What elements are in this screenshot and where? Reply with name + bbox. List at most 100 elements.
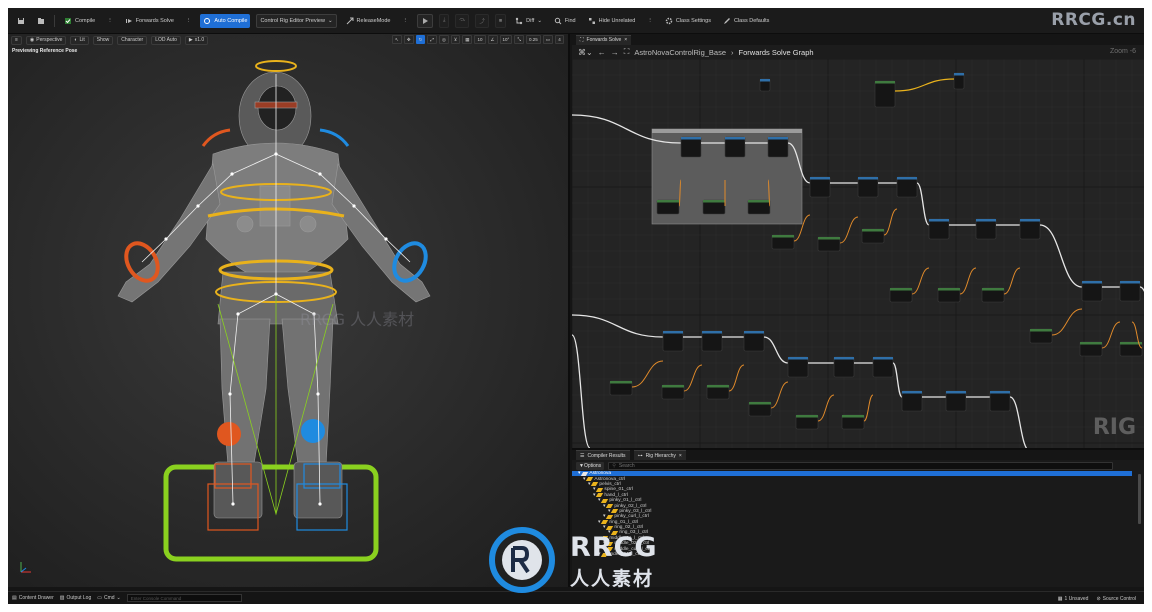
graph-node[interactable] <box>945 390 967 412</box>
knee-r-pole-control[interactable] <box>301 419 325 443</box>
hide-unrelated-button[interactable]: Hide Unrelated <box>585 14 639 28</box>
graph-node[interactable] <box>787 356 809 378</box>
graph-node-header[interactable] <box>982 288 1004 291</box>
graph-node-header[interactable] <box>788 357 808 360</box>
rotation-snap-value[interactable]: 10° <box>499 35 513 44</box>
graph-node-header[interactable] <box>1030 329 1052 332</box>
graph-node-header[interactable] <box>703 200 725 203</box>
auto-compile-toggle[interactable]: Auto Compile <box>200 13 251 28</box>
release-options-button[interactable]: ⋮ <box>399 14 411 28</box>
step-out-button[interactable]: ⤴ <box>475 13 489 28</box>
graph-node-header[interactable] <box>707 385 729 388</box>
playback-speed-button[interactable]: ▶ x1.0 <box>184 35 209 45</box>
hierarchy-scrollbar[interactable] <box>1138 474 1141 524</box>
surface-snap-button[interactable]: ⊻ <box>450 35 461 44</box>
graph-node-header[interactable] <box>834 357 854 360</box>
graph-node[interactable] <box>724 136 746 158</box>
lit-button[interactable]: ◐ Lit <box>70 35 89 45</box>
graph-node[interactable] <box>743 330 765 352</box>
character-button[interactable]: Character <box>117 35 148 45</box>
graph-canvas[interactable] <box>572 59 1144 448</box>
expand-arrow-icon[interactable]: ▾ <box>588 482 590 487</box>
graph-node-header[interactable] <box>976 219 996 222</box>
forward-arrow-icon[interactable]: → <box>611 48 619 57</box>
hierarchy-search[interactable]: ⚲ <box>608 461 1114 470</box>
save-button[interactable] <box>14 14 28 28</box>
graph-node-header[interactable] <box>1080 342 1102 345</box>
breadcrumb-current[interactable]: Forwards Solve Graph <box>739 48 814 57</box>
graph-node-header[interactable] <box>1020 219 1040 222</box>
graph-node-header[interactable] <box>796 415 818 418</box>
browse-button[interactable] <box>34 14 48 28</box>
coordinate-space-button[interactable]: ◎ <box>438 35 449 44</box>
graph-node-header[interactable] <box>657 200 679 203</box>
graph-node-header[interactable] <box>842 415 864 418</box>
graph-node[interactable] <box>767 136 789 158</box>
output-log-button[interactable]: ▧ Output Log <box>60 595 91 601</box>
step-into-button[interactable]: ⤓ <box>438 13 450 28</box>
camera-speed-button[interactable]: ▭ <box>542 35 553 44</box>
find-button[interactable]: Find <box>551 14 579 28</box>
rotation-snap-button[interactable]: ∠ <box>487 35 498 44</box>
viewport-menu-button[interactable]: ≡ <box>11 35 22 45</box>
graph-editor[interactable]: ⛶ Forwards Solve × ⌘⌄ ← → ⛶ AstroNovaContr… <box>572 34 1144 448</box>
tab-forwards-solve[interactable]: ⛶ Forwards Solve × <box>576 34 632 45</box>
graph-node-header[interactable] <box>748 200 770 203</box>
scale-snap-value[interactable]: 0.25 <box>525 35 541 44</box>
graph-node-header[interactable] <box>768 137 788 140</box>
cmd-dropdown[interactable]: ▭ Cmd ⌄ <box>97 595 121 601</box>
stop-debug-button[interactable]: ■ <box>494 13 507 28</box>
graph-node[interactable] <box>680 136 702 158</box>
graph-node-header[interactable] <box>873 357 893 360</box>
graph-node-header[interactable] <box>663 331 683 334</box>
rotate-tool[interactable]: ↻ <box>415 35 426 44</box>
release-mode-toggle[interactable]: ReleaseMode <box>343 14 394 28</box>
head-control[interactable] <box>255 60 297 72</box>
hide-options-button[interactable]: ⋮ <box>644 14 656 28</box>
diff-button[interactable]: Diff ⌄ <box>512 14 545 28</box>
tab-rig-hierarchy[interactable]: ⊶ Rig Hierarchy × <box>633 450 686 460</box>
graph-node-header[interactable] <box>1082 281 1102 284</box>
forwards-solve-button[interactable]: Forwards Solve <box>122 14 177 28</box>
show-button[interactable]: Show <box>92 35 114 45</box>
class-defaults-button[interactable]: Class Defaults <box>720 14 772 28</box>
graph-node-header[interactable] <box>725 137 745 140</box>
step-over-button[interactable]: ⤼ <box>455 13 470 28</box>
graph-node-header[interactable] <box>662 385 684 388</box>
close-icon[interactable]: × <box>624 37 627 43</box>
graph-node-header[interactable] <box>749 402 771 405</box>
expand-arrow-icon[interactable]: ▾ <box>593 493 595 498</box>
graph-node-header[interactable] <box>938 288 960 291</box>
perspective-button[interactable]: ◉ Perspective <box>25 35 67 45</box>
graph-node[interactable] <box>901 390 923 412</box>
graph-node-header[interactable] <box>1120 281 1140 284</box>
graph-node[interactable] <box>1019 218 1041 240</box>
graph-node[interactable] <box>1081 280 1103 302</box>
compile-options-button[interactable]: ⋮ <box>104 14 116 28</box>
graph-node-header[interactable] <box>929 219 949 222</box>
graph-node[interactable] <box>701 330 723 352</box>
graph-node-header[interactable] <box>897 177 917 180</box>
graph-node-header[interactable] <box>954 73 964 76</box>
tab-compiler-results[interactable]: ☰ Compiler Results <box>576 450 630 460</box>
graph-node[interactable] <box>809 176 831 198</box>
graph-node[interactable] <box>857 176 879 198</box>
scale-tool[interactable]: ⤢ <box>427 35 437 44</box>
graph-node[interactable] <box>989 390 1011 412</box>
clavicle-r-control[interactable] <box>319 128 350 147</box>
lod-button[interactable]: LOD Auto <box>151 35 181 45</box>
class-settings-button[interactable]: Class Settings <box>662 14 714 28</box>
preview-mode-dropdown[interactable]: Control Rig Editor Preview ⌄ <box>256 13 337 28</box>
translate-tool[interactable]: ✥ <box>403 35 414 44</box>
graph-node[interactable] <box>1119 280 1141 302</box>
graph-node-header[interactable] <box>702 331 722 334</box>
viewport[interactable]: ≡ ◉ Perspective ◐ Lit Show Character LOD A… <box>8 34 570 587</box>
scale-snap-button[interactable]: ⤡ <box>514 35 524 44</box>
console-command-input[interactable]: Enter Console Command <box>126 594 242 602</box>
graph-node-header[interactable] <box>902 391 922 394</box>
graph-node[interactable] <box>928 218 950 240</box>
graph-node[interactable] <box>874 80 896 108</box>
compile-button[interactable]: Compile <box>61 14 98 28</box>
back-arrow-icon[interactable]: ← <box>598 48 606 57</box>
graph-node-header[interactable] <box>681 137 701 140</box>
